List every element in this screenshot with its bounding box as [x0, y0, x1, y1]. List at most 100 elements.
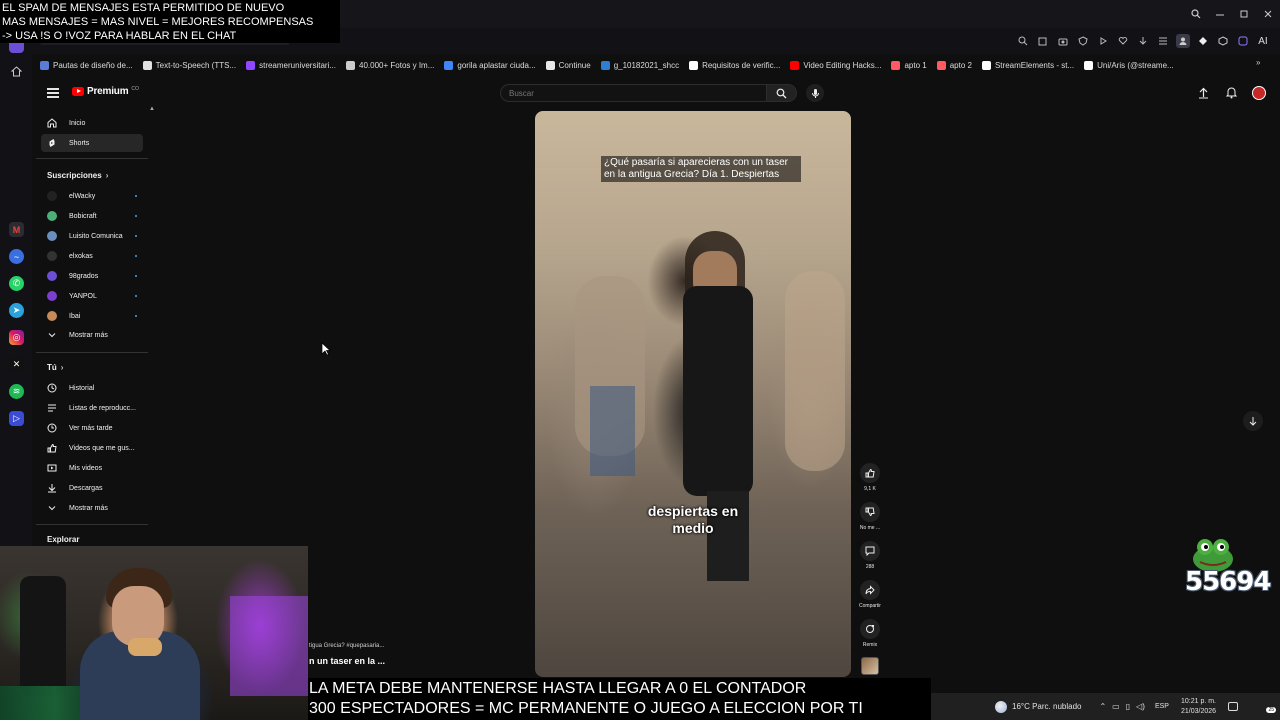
home-icon[interactable] [9, 64, 24, 79]
dislike-action[interactable]: No me ... [855, 502, 885, 531]
remix-button[interactable] [860, 619, 880, 639]
comment-icon [865, 546, 875, 556]
profile-icon[interactable] [1176, 34, 1190, 48]
whatsapp-icon[interactable]: ✆ [9, 276, 24, 291]
battery-icon[interactable]: ▯ [1126, 702, 1130, 711]
player-icon[interactable]: ▷ [9, 411, 24, 426]
voice-search-button[interactable] [806, 84, 824, 102]
download-icon[interactable] [1136, 34, 1150, 48]
next-short-button[interactable] [1243, 411, 1263, 431]
bookmark-item[interactable]: Requisitos de verific... [689, 60, 780, 70]
bookmark-item[interactable]: StreamElements - st... [981, 60, 1074, 70]
dislike-button[interactable] [860, 502, 880, 522]
audio-thumbnail-action[interactable] [855, 657, 885, 675]
sidebar-you-item[interactable]: Listas de reproducc... [41, 399, 143, 417]
sidebar-item-shorts[interactable]: Shorts [41, 134, 143, 152]
sidebar-subscription-item[interactable]: Bobicraft [41, 207, 143, 225]
play-icon[interactable] [1096, 34, 1110, 48]
windows-taskbar: 16°C Parc. nublado ⌃ ▭ ▯ ◁) ESP 10:21 p.… [931, 693, 1280, 720]
zoom-icon[interactable] [1016, 34, 1030, 48]
minimize-icon[interactable] [1208, 0, 1232, 28]
bookmark-item[interactable]: apto 2 [936, 60, 972, 70]
search-input[interactable]: Buscar [500, 84, 767, 102]
search-button[interactable] [767, 84, 797, 102]
bookmark-item[interactable]: streameruniversitari... [246, 60, 336, 70]
sidebar-header-label: Suscripciones [47, 171, 102, 180]
extension-cube-icon[interactable] [1216, 34, 1230, 48]
bookmark-item[interactable]: 40.000+ Fotos y Im... [346, 60, 434, 70]
notifications-bell-icon[interactable] [1224, 86, 1238, 100]
sidebar-header-suscripciones[interactable]: Suscripciones › [47, 171, 108, 180]
shorts-video-player[interactable]: ¿Qué pasaría si aparecieras con un taser… [535, 111, 851, 677]
shield-icon[interactable] [1076, 34, 1090, 48]
comments-action[interactable]: 288 [855, 541, 885, 570]
sidebar-subscription-item[interactable]: Ibai [41, 307, 143, 325]
ai-button[interactable]: AI [1256, 34, 1270, 48]
chevron-up-icon[interactable]: ⌃ [1099, 702, 1106, 711]
taskbar-weather[interactable]: 16°C Parc. nublado [995, 700, 1081, 713]
comments-button[interactable] [860, 541, 880, 561]
youtube-logo[interactable]: Premium CO [72, 86, 139, 97]
hamburger-menu-icon[interactable] [47, 88, 59, 98]
sidebar-subscription-item[interactable]: 98grados [41, 267, 143, 285]
bookmark-item[interactable]: gorila aplastar ciuda... [444, 60, 536, 70]
search-icon[interactable] [1184, 0, 1208, 28]
network-icon[interactable]: ▭ [1112, 702, 1120, 711]
sidebar-header-tu[interactable]: Tú › [47, 363, 63, 372]
spotify-icon[interactable]: ≋ [9, 384, 24, 399]
instagram-icon[interactable]: ◎ [9, 330, 24, 345]
extension-diamond-icon[interactable] [1196, 34, 1210, 48]
streamer-webcam [0, 546, 308, 720]
messenger-icon[interactable]: ~ [9, 249, 24, 264]
share-button[interactable] [860, 580, 880, 600]
heart-icon[interactable] [1116, 34, 1130, 48]
bookmark-item[interactable]: Continue [545, 60, 591, 70]
sidebar-you-item[interactable]: Videos que me gus... [41, 439, 143, 457]
camera-icon[interactable] [1056, 34, 1070, 48]
sidebar-subscription-item[interactable]: elxokas [41, 247, 143, 265]
sidebar-you-item[interactable]: Historial [41, 379, 143, 397]
remix-action[interactable]: Remix [855, 619, 885, 648]
sidebar-show-more-subscriptions[interactable]: Mostrar más [41, 326, 143, 344]
notifications-icon[interactable] [1228, 702, 1239, 711]
toolbar-icons: AI [1016, 31, 1270, 51]
bookmarks-overflow-icon[interactable]: » [1256, 58, 1260, 67]
telegram-icon[interactable]: ➤ [9, 303, 24, 318]
bookmark-item[interactable]: apto 1 [891, 60, 927, 70]
download-icon [47, 483, 57, 493]
edit-icon[interactable] [1036, 34, 1050, 48]
video-figure-body [683, 286, 753, 496]
restore-icon[interactable] [1232, 0, 1256, 28]
window-controls [1184, 0, 1280, 28]
menu-icon[interactable] [1156, 34, 1170, 48]
sidebar-subscription-item[interactable]: YANPOL [41, 287, 143, 305]
sidebar-you-item[interactable]: Ver más tarde [41, 419, 143, 437]
bookmark-item[interactable]: g_10182021_shcc [600, 60, 679, 70]
sidebar-you-item[interactable]: Descargas [41, 479, 143, 497]
bookmark-item[interactable]: Text-to-Speech (TTS... [142, 60, 236, 70]
like-action[interactable]: 9,1 K [855, 463, 885, 492]
input-language[interactable]: ESP [1155, 703, 1169, 710]
bookmark-item[interactable]: Pautas de diseño de... [40, 60, 133, 70]
account-avatar[interactable] [1252, 86, 1266, 100]
sidebar-toggle-icon[interactable] [1236, 34, 1250, 48]
sidebar-you-item[interactable]: Mis videos [41, 459, 143, 477]
sidebar-scroll-up-icon[interactable]: ▲ [149, 106, 155, 112]
sidebar-show-more-you[interactable]: Mostrar más [41, 499, 143, 517]
volume-icon[interactable]: ◁) [1136, 702, 1145, 711]
bookmark-item[interactable]: Video Editing Hacks... [790, 60, 881, 70]
upload-icon[interactable] [1196, 86, 1210, 100]
audio-thumbnail[interactable] [861, 657, 879, 675]
taskbar-clock[interactable]: 10:21 p. m. 21/03/2026 [1181, 697, 1216, 717]
like-button[interactable] [860, 463, 880, 483]
sidebar-subscription-item[interactable]: Luisito Comunica [41, 227, 143, 245]
close-icon[interactable] [1256, 0, 1280, 28]
gmail-icon[interactable]: M [9, 222, 24, 237]
sidebar-subscription-item[interactable]: elWacky [41, 187, 143, 205]
channel-avatar [47, 231, 57, 241]
bookmark-item[interactable]: Uni/Aris (@streame... [1084, 60, 1174, 70]
sidebar-item-inicio[interactable]: Inicio [41, 114, 143, 132]
x-icon[interactable]: ✕ [9, 357, 24, 372]
sidebar-item-label: elxokas [69, 252, 93, 260]
share-action[interactable]: Compartir [855, 580, 885, 609]
